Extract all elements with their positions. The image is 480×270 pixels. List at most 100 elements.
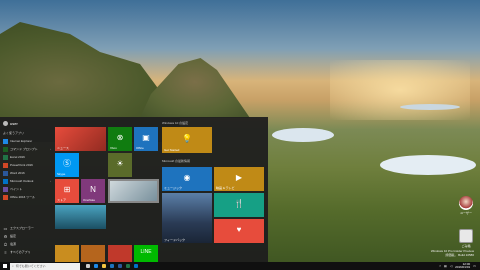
tile-bottom-3[interactable] xyxy=(108,245,132,262)
tile-news[interactable]: ニュース xyxy=(55,127,106,151)
power-icon: ⏻ xyxy=(3,241,8,247)
tile-xbox[interactable]: ⊗ Xbox xyxy=(108,127,132,151)
taskbar-pinned-apps xyxy=(86,264,138,268)
xbox-icon: ⊗ xyxy=(116,133,124,143)
cmd-icon xyxy=(3,146,8,152)
heart-pulse-icon: ♥ xyxy=(236,225,242,235)
chevron-right-icon[interactable]: › xyxy=(50,147,51,151)
skype-icon: Ⓢ xyxy=(63,159,71,169)
tile-groove-music[interactable]: ◉ ミュージック xyxy=(162,167,212,191)
tile-label: Xbox xyxy=(110,146,117,150)
tile-store[interactable]: ⊞ ストア xyxy=(55,179,79,203)
photo-thumbnail xyxy=(110,181,157,201)
tile-bottom-2[interactable] xyxy=(81,245,105,262)
volume-icon[interactable]: ◁ xyxy=(450,264,452,268)
feedback-image xyxy=(162,193,212,243)
tile-label: ニュース xyxy=(57,146,69,150)
network-icon[interactable]: ▤ xyxy=(444,264,447,268)
app-item-command-prompt[interactable]: コマンド プロンプト › xyxy=(3,145,51,153)
tile-weather[interactable]: ☀ xyxy=(108,153,132,177)
file-explorer-icon[interactable] xyxy=(102,264,106,268)
excel-taskbar-icon[interactable] xyxy=(126,264,130,268)
recycle-bin-icon xyxy=(459,229,473,243)
app-label: ペイント xyxy=(10,187,23,191)
wallpaper-lake xyxy=(380,155,476,175)
app-item-excel[interactable]: Excel 2016 xyxy=(3,153,51,161)
app-label: Microsoft Outlook xyxy=(10,179,34,183)
build-watermark: Windows 10 Pro Insider Preview 評価版。 Buil… xyxy=(431,249,474,257)
most-used-heading: よく使うアプリ xyxy=(3,131,25,135)
tile-line[interactable]: LINE xyxy=(134,245,158,262)
item-label: すべてのアプリ xyxy=(10,250,31,254)
weather-icon: ☀ xyxy=(116,159,124,169)
tile-label: OneNote xyxy=(83,198,96,202)
tile-health[interactable]: ♥ xyxy=(214,219,264,243)
excel-icon xyxy=(3,154,8,160)
start-bottom-list: ▭ エクスプローラー ⚙ 設定 ⏻ 電源 ≡ すべてのアプリ xyxy=(3,224,51,256)
avatar xyxy=(3,121,8,126)
chevron-right-icon[interactable]: › xyxy=(50,179,51,183)
tile-skype[interactable]: Ⓢ Skype xyxy=(55,153,79,177)
tile-bottom-1[interactable] xyxy=(55,245,79,262)
tile-movies[interactable]: ▶ 映画 & テレビ xyxy=(214,167,264,191)
app-item-internet-explorer[interactable]: Internet Explorer xyxy=(3,137,51,145)
tile-feedback[interactable]: フィードバック xyxy=(162,193,212,243)
item-label: 設定 xyxy=(10,234,17,238)
store-icon[interactable] xyxy=(110,264,114,268)
desktop-icon-user[interactable]: ユーザー xyxy=(456,196,476,215)
paint-icon xyxy=(3,186,8,192)
word-taskbar-icon[interactable] xyxy=(118,264,122,268)
powerpoint-icon xyxy=(3,162,8,168)
office-icon: ▣ xyxy=(142,133,150,143)
clock-date: 2016/01/01 xyxy=(455,265,471,269)
notification-icon[interactable]: ▭ xyxy=(473,264,476,268)
windows-logo-icon xyxy=(3,264,7,268)
folder-icon: ▭ xyxy=(3,225,8,231)
settings-item[interactable]: ⚙ 設定 xyxy=(3,232,51,240)
watermark-line: 評価版。 Build 10586 xyxy=(445,252,474,257)
search-icon: ⌕ xyxy=(12,264,14,268)
line-icon: LINE xyxy=(140,249,152,256)
app-label: PowerPoint 2016 xyxy=(10,163,33,167)
taskbar-search-box[interactable]: ⌕ 何でも聞いてください xyxy=(10,262,80,270)
app-item-powerpoint[interactable]: PowerPoint 2016 xyxy=(3,161,51,169)
item-label: エクスプローラー xyxy=(10,226,34,230)
tile-label: 映画 & テレビ xyxy=(216,186,235,190)
app-item-word[interactable]: Word 2016 xyxy=(3,169,51,177)
app-label: Excel 2016 xyxy=(10,155,25,159)
edge-icon[interactable] xyxy=(94,264,98,268)
group-label-windows-settings: Windows 10 の設定 xyxy=(162,121,189,125)
tile-onenote[interactable]: N OneNote xyxy=(81,179,105,203)
file-explorer-item[interactable]: ▭ エクスプローラー xyxy=(3,224,51,232)
start-button[interactable] xyxy=(0,262,10,270)
task-view-icon[interactable] xyxy=(86,264,90,268)
app-item-outlook[interactable]: Microsoft Outlook › xyxy=(3,177,51,185)
item-label: 電源 xyxy=(10,242,17,246)
tile-label: ストア xyxy=(57,198,67,202)
tile-app-wide[interactable] xyxy=(55,205,106,229)
chevron-up-icon[interactable]: ˄ xyxy=(439,264,441,268)
tile-get-started[interactable]: 💡 Get Started xyxy=(162,127,212,153)
desktop-icon-recycle-bin[interactable]: ごみ箱 xyxy=(456,229,476,248)
clock[interactable]: 12:00 2016/01/01 xyxy=(455,262,471,270)
app-item-office-tools[interactable]: Office 2016 ツール xyxy=(3,193,51,201)
app-item-paint[interactable]: ペイント xyxy=(3,185,51,193)
tile-label: Skype xyxy=(57,172,66,176)
user-account[interactable]: user xyxy=(3,121,18,126)
taskbar: ⌕ 何でも聞いてください ˄ ▤ ◁ 12:00 2016/01/01 ▭ xyxy=(0,262,480,270)
user-avatar-icon xyxy=(459,196,473,210)
all-apps-item[interactable]: ≡ すべてのアプリ xyxy=(3,248,51,256)
tile-label: フィードバック xyxy=(164,238,185,242)
fork-knife-icon: 🍴 xyxy=(234,199,244,209)
outlook-taskbar-icon[interactable] xyxy=(134,264,138,268)
tile-photos[interactable] xyxy=(108,179,159,203)
tile-office[interactable]: ▣ Office xyxy=(134,127,158,151)
power-item[interactable]: ⏻ 電源 xyxy=(3,240,51,248)
list-icon: ≡ xyxy=(4,249,7,255)
start-left-column: user よく使うアプリ Internet Explorer コマンド プロンプ… xyxy=(0,117,52,262)
tile-label: Get Started xyxy=(164,148,180,152)
desktop-icon-label: ユーザー xyxy=(460,211,472,215)
outlook-icon xyxy=(3,178,8,184)
tile-food[interactable]: 🍴 xyxy=(214,193,264,217)
wallpaper-lake xyxy=(400,104,460,110)
